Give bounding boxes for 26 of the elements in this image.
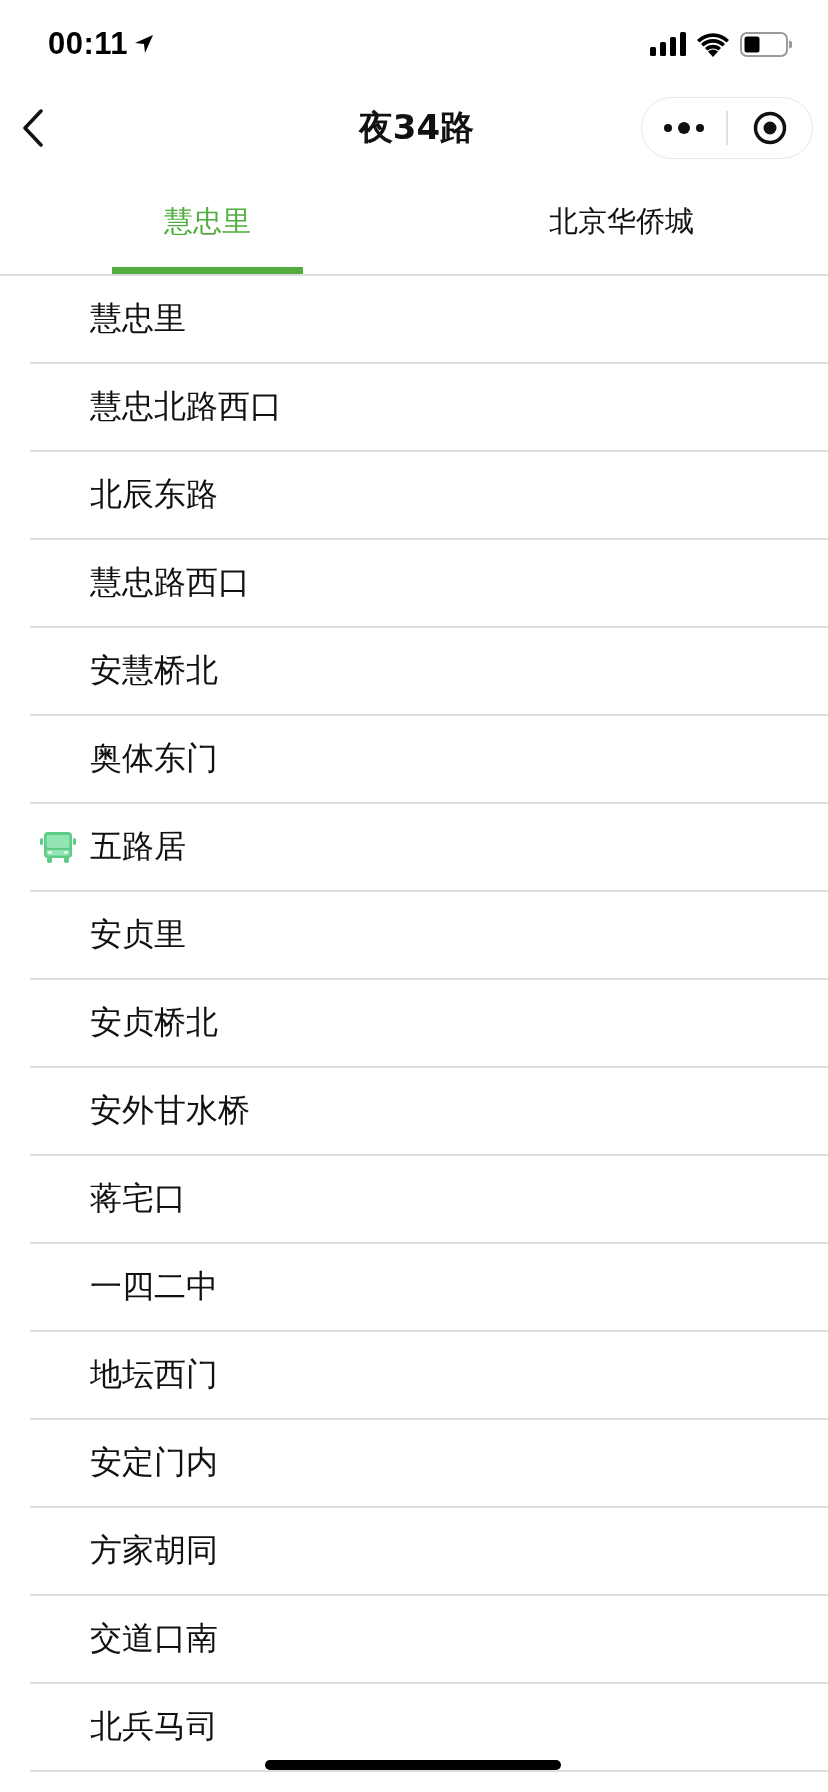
stop-name[interactable]: 慧忠里 xyxy=(90,297,186,341)
signal-icon xyxy=(650,32,686,56)
stop-name[interactable]: 蒋宅口 xyxy=(90,1177,186,1221)
stop-name[interactable]: 五路居 xyxy=(90,825,186,869)
stop-name[interactable]: 安外甘水桥 xyxy=(90,1089,250,1133)
stop-name[interactable]: 地坛西门 xyxy=(90,1353,218,1397)
direction-tab[interactable]: 北京华侨城 xyxy=(414,168,828,274)
stop-name[interactable]: 慧忠路西口 xyxy=(90,561,250,605)
stop-name[interactable]: 奥体东门 xyxy=(90,737,218,781)
stop-name[interactable]: 安慧桥北 xyxy=(90,649,218,693)
stop-name[interactable]: 北兵马司 xyxy=(90,1705,218,1749)
stop-name[interactable]: 方家胡同 xyxy=(90,1529,218,1573)
page-title: 夜34路 xyxy=(358,106,475,149)
stop-name[interactable]: 一四二中 xyxy=(90,1265,218,1309)
stop-name[interactable]: 交道口南 xyxy=(90,1617,218,1661)
battery-icon xyxy=(740,31,792,57)
stop-name[interactable]: 安贞里 xyxy=(90,913,186,957)
location-arrow-icon xyxy=(134,34,155,54)
more-icon[interactable] xyxy=(663,122,706,134)
stop-name[interactable]: 北辰东路 xyxy=(90,473,218,517)
wifi-icon xyxy=(696,31,730,57)
stop-name[interactable]: 安定门内 xyxy=(90,1441,218,1485)
stop-name[interactable]: 安贞桥北 xyxy=(90,1001,218,1045)
stop-name[interactable]: 慧忠北路西口 xyxy=(90,385,282,429)
target-icon[interactable] xyxy=(752,111,787,145)
status-time: 00:11 xyxy=(48,26,129,62)
